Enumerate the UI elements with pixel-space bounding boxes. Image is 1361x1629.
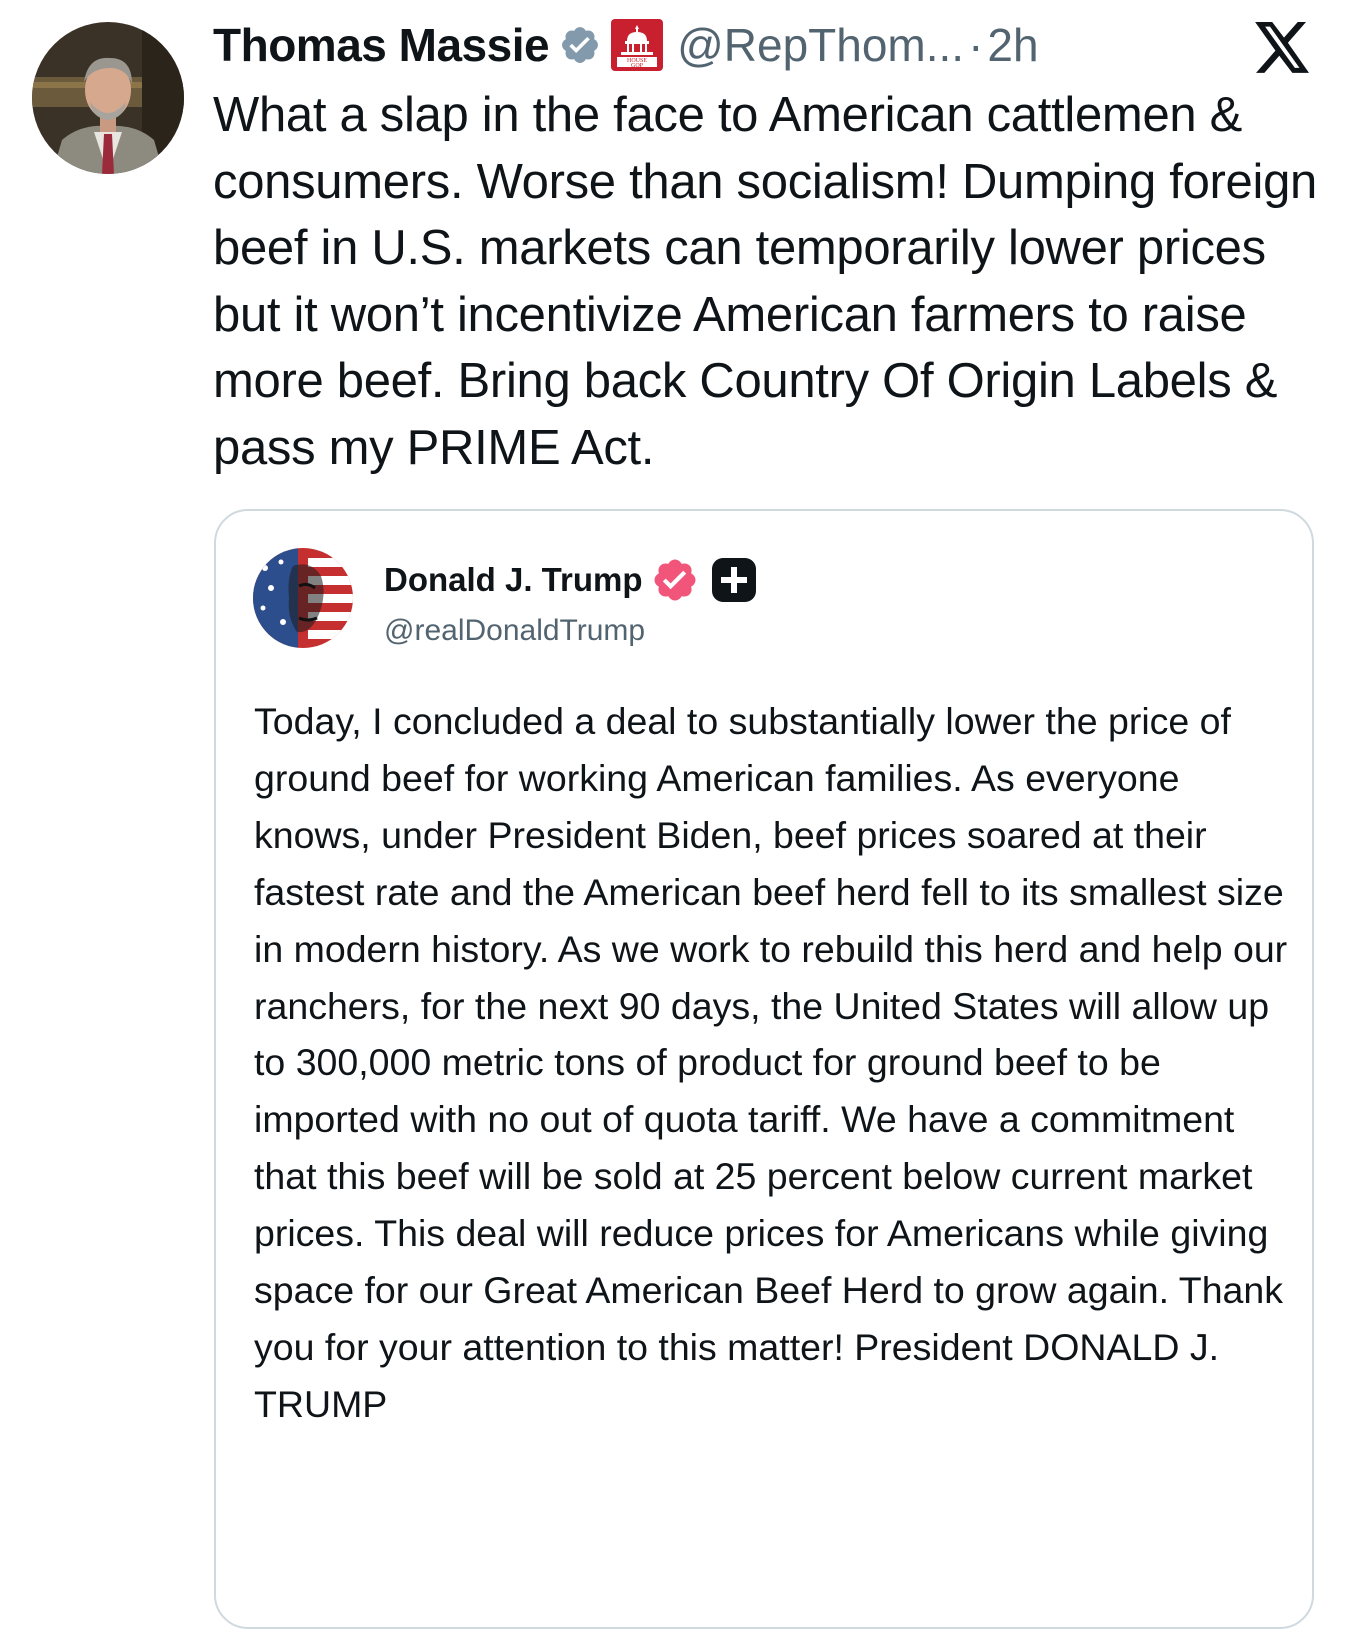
quoted-verified-badge-icon[interactable]: [651, 556, 699, 604]
author-avatar[interactable]: [32, 22, 184, 174]
author-handle[interactable]: @RepThom...: [677, 18, 964, 72]
author-name[interactable]: Thomas Massie: [213, 18, 550, 72]
post-text: What a slap in the face to American catt…: [213, 88, 1317, 475]
quoted-author-name[interactable]: Donald J. Trump: [384, 561, 643, 599]
post-timestamp[interactable]: 2h: [987, 18, 1038, 72]
plus-badge-icon[interactable]: [711, 557, 757, 603]
verified-badge-icon[interactable]: [559, 24, 601, 66]
house-gop-capitol-icon[interactable]: HOUSE GOP: [611, 19, 664, 71]
post-header: Thomas Massie HOUSE GOP @RepThom... · 2h: [213, 14, 1039, 76]
quoted-post-card[interactable]: Donald J. Trump @realDonaldTrump Today, …: [214, 509, 1314, 1629]
quoted-author-avatar[interactable]: [253, 548, 353, 648]
separator-dot: ·: [968, 19, 984, 71]
quoted-post-header: Donald J. Trump: [384, 556, 757, 604]
x-logo-icon: [1254, 22, 1312, 74]
quoted-author-handle[interactable]: @realDonaldTrump: [384, 614, 645, 648]
quoted-post-text: Today, I concluded a deal to substantial…: [254, 700, 1288, 1425]
svg-text:GOP: GOP: [631, 63, 644, 69]
